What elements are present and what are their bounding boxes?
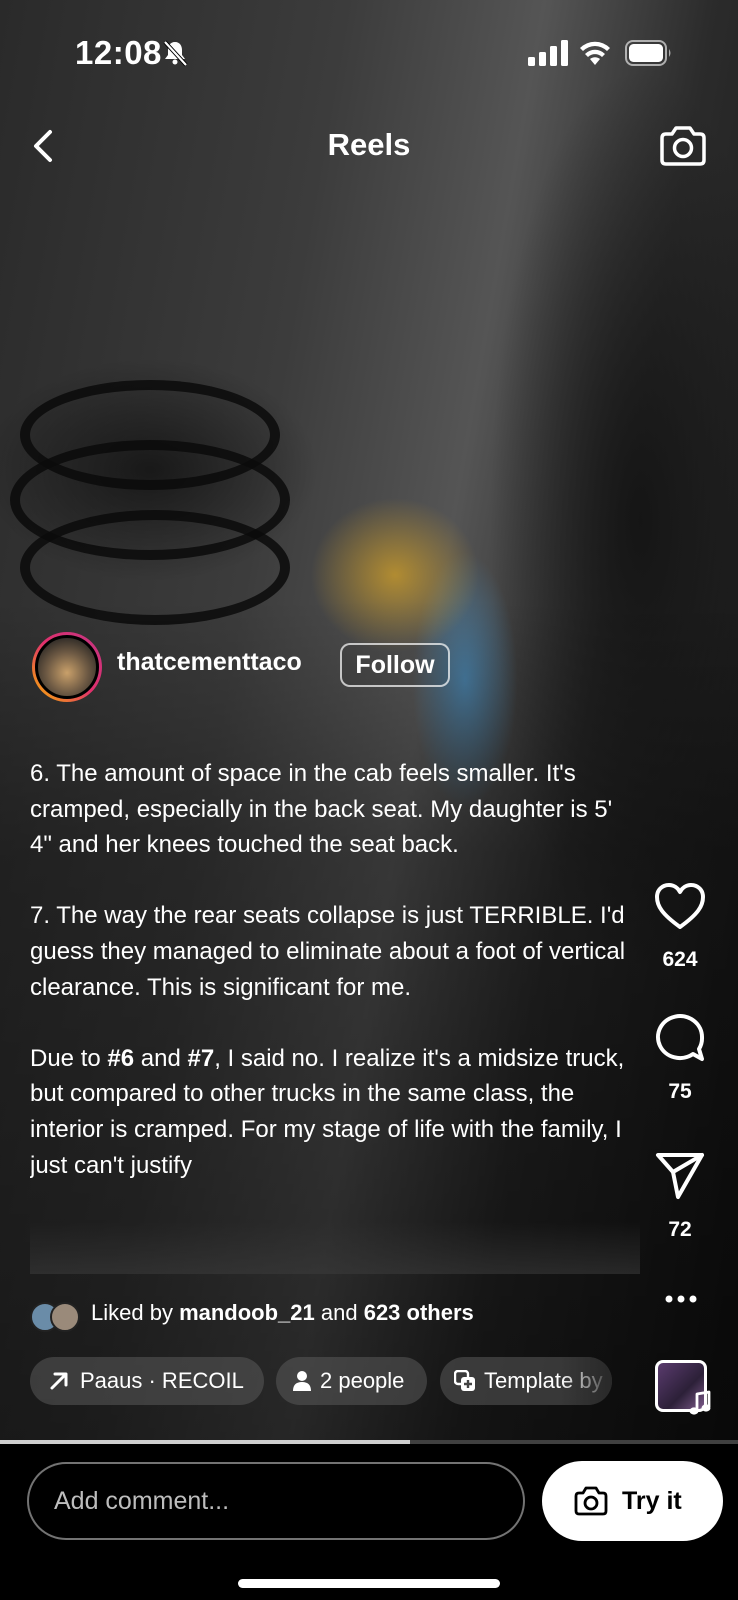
audio-chip[interactable]: Paaus · RECOIL	[30, 1357, 264, 1405]
liked-by-avatars[interactable]	[30, 1302, 82, 1332]
reels-screen: 12:08 Reels thatcementtaco Follow 6. The…	[0, 0, 738, 1600]
avatar-image	[35, 635, 99, 699]
music-note-icon	[689, 1390, 711, 1415]
caption-hashtag: #7	[187, 1044, 215, 1072]
share-send-icon[interactable]	[652, 1150, 708, 1202]
comment-icon[interactable]	[652, 1012, 708, 1064]
caption-hashtag: #6	[107, 1044, 135, 1072]
caption-paragraph: 6. The amount of space in the cab feels …	[30, 760, 613, 859]
battery-icon	[625, 40, 671, 66]
liked-user[interactable]: mandoob_21	[179, 1300, 315, 1325]
follow-button[interactable]: Follow	[340, 643, 450, 687]
arrow-up-right-icon	[50, 1372, 68, 1390]
more-options-icon[interactable]	[664, 1294, 698, 1304]
author-username[interactable]: thatcementtaco	[117, 648, 302, 677]
status-time: 12:08	[75, 34, 162, 71]
people-chip-label: 2 people	[320, 1368, 405, 1393]
caption-paragraph: 7. The way the rear seats collapse is ju…	[30, 902, 626, 1001]
people-chip[interactable]: 2 people	[276, 1357, 427, 1405]
camera-icon	[574, 1486, 608, 1516]
home-indicator[interactable]	[238, 1579, 500, 1588]
like-count[interactable]: 624	[640, 948, 720, 972]
bell-muted-icon	[163, 40, 188, 67]
chip-fade	[560, 1357, 612, 1405]
camera-icon[interactable]	[658, 124, 708, 168]
caption-fade	[30, 1222, 640, 1274]
try-it-label: Try it	[622, 1486, 682, 1515]
caption-text: and	[134, 1044, 188, 1072]
liked-and: and	[314, 1300, 364, 1325]
page-title: Reels	[327, 127, 411, 162]
liked-prefix: Liked by	[91, 1300, 180, 1325]
liked-others[interactable]: 623 others	[364, 1300, 474, 1325]
caption-text: Due to	[30, 1044, 108, 1072]
audio-chip-label: Paaus · RECOIL	[80, 1368, 244, 1393]
signal-icon	[528, 40, 568, 66]
heart-icon[interactable]	[652, 880, 708, 932]
author-avatar[interactable]	[32, 632, 102, 702]
caption-paragraph: Due to #6 and #7, I said no. I realize i…	[30, 1041, 630, 1183]
status-bar: 12:08	[0, 0, 738, 100]
avatar	[50, 1302, 80, 1332]
person-icon	[293, 1371, 311, 1391]
bottom-bar: Try it	[0, 1444, 738, 1600]
liked-by-text[interactable]: Liked by mandoob_21 and 623 others	[91, 1300, 474, 1326]
wifi-icon	[580, 41, 610, 65]
template-icon	[454, 1370, 475, 1391]
add-comment-input[interactable]	[27, 1462, 525, 1540]
comment-count[interactable]: 75	[640, 1080, 720, 1104]
share-count[interactable]: 72	[640, 1218, 720, 1242]
post-caption[interactable]: 6. The amount of space in the cab feels …	[30, 756, 630, 1274]
try-it-button[interactable]: Try it	[542, 1461, 723, 1541]
